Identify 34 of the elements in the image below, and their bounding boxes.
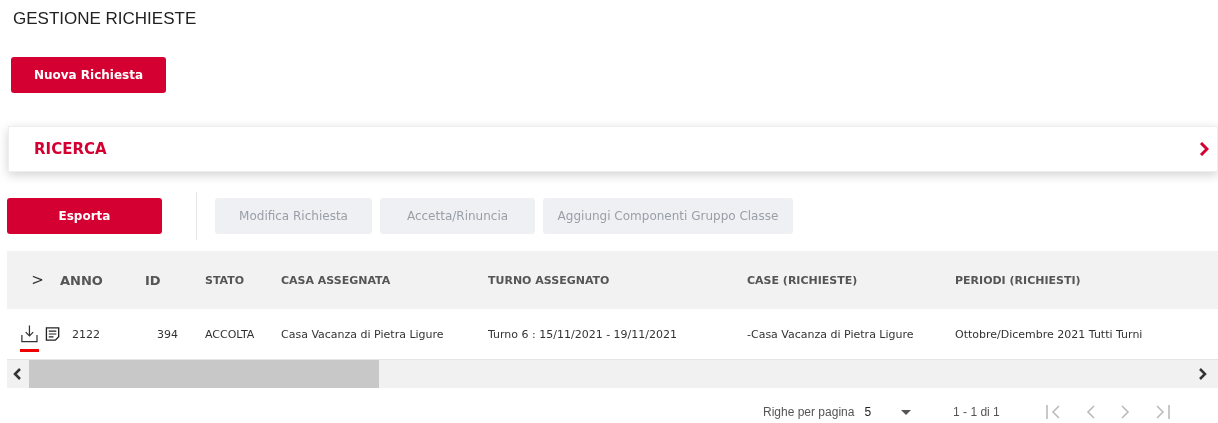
dropdown-caret-icon: [901, 409, 912, 415]
column-header: CASE (RICHIESTE): [747, 273, 859, 287]
table-cell-text: Turno 6 : 15/11/2021 - 19/11/2021: [488, 327, 678, 341]
note-icon[interactable]: [44, 326, 60, 342]
table-cell-text: -Casa Vacanza di Pietra Ligure: [747, 327, 915, 341]
table-cell-text: Casa Vacanza di Pietra Ligure: [281, 327, 445, 341]
column-header: TURNO ASSEGNATO: [488, 273, 611, 287]
rows-per-page-select[interactable]: 5: [864, 405, 912, 419]
column-header: ID: [145, 272, 162, 288]
table-cell-text: 2122: [71, 327, 101, 341]
column-header: PERIODI (RICHIESTI): [955, 273, 1082, 287]
rows-per-page-label: Righe per pagina: [763, 405, 855, 419]
column-header: ANNO: [60, 272, 104, 288]
next-page-icon[interactable]: [1118, 404, 1131, 420]
new-request-button[interactable]: Nuova Richiesta: [11, 57, 166, 93]
table-cell-text: 394: [156, 327, 179, 341]
first-page-icon[interactable]: [1044, 404, 1063, 420]
expand-all-toggle[interactable]: >: [23, 271, 44, 289]
search-panel[interactable]: RICERCA: [8, 126, 1218, 172]
scrollbar-thumb[interactable]: [29, 360, 379, 388]
scroll-left-icon[interactable]: [12, 368, 22, 380]
page-range: 1 - 1 di 1: [953, 405, 1000, 419]
toolbar-button[interactable]: Esporta: [7, 198, 162, 234]
table-cell-text: Ottobre/Dicembre 2021 Tutti Turni: [955, 327, 1144, 341]
column-header: STATO: [205, 273, 246, 287]
search-panel-title: RICERCA: [34, 140, 107, 158]
table-cell-text: ACCOLTA: [205, 327, 256, 341]
previous-page-icon[interactable]: [1084, 404, 1097, 420]
page-title: GESTIONE RICHIESTE: [12, 8, 198, 30]
column-header: CASA ASSEGNATA: [281, 273, 392, 287]
scroll-right-icon[interactable]: [1198, 368, 1208, 380]
horizontal-scrollbar[interactable]: [7, 360, 1218, 388]
chevron-right-icon[interactable]: [1199, 142, 1209, 156]
download-icon[interactable]: [20, 323, 39, 352]
